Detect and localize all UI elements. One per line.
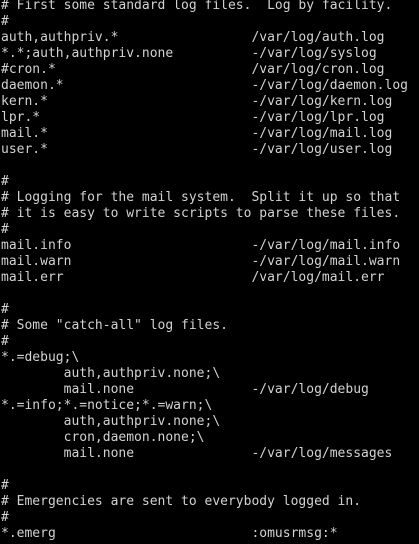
log-rule-line: lpr.* -/var/log/lpr.log [1, 110, 385, 125]
comment-line: # Some "catch-all" log files. [1, 318, 228, 333]
log-rule-line: mail.err /var/log/mail.err [1, 270, 385, 285]
comment-line: # [1, 174, 9, 189]
log-rule-line: *.=info;*.=notice;*.=warn;\ [1, 398, 213, 413]
log-rule-line: *.*;auth,authpriv.none -/var/log/syslog [1, 46, 377, 61]
comment-line: # First some standard log files. Log by … [1, 0, 393, 13]
log-rule-line: daemon.* -/var/log/daemon.log [1, 78, 408, 93]
comment-line: # [1, 334, 9, 349]
comment-line: # it is easy to write scripts to parse t… [1, 206, 401, 221]
comment-line: # [1, 510, 9, 525]
log-rule-line: *.emerg :omusrmsg:* [1, 526, 338, 541]
log-rule-line: auth,authpriv.none;\ [1, 414, 221, 429]
log-rule-line: mail.none -/var/log/messages [1, 446, 393, 461]
comment-line: # [1, 478, 9, 493]
log-rule-line: auth,authpriv.none;\ [1, 366, 221, 381]
comment-line: # Emergencies are sent to everybody logg… [1, 494, 362, 509]
log-rule-line: mail.* -/var/log/mail.log [1, 126, 393, 141]
comment-line: # [1, 14, 9, 29]
log-rule-line: *.=debug;\ [1, 350, 80, 365]
comment-line: # [1, 302, 9, 317]
log-rule-line: #cron.* /var/log/cron.log [1, 62, 385, 77]
log-rule-line: kern.* -/var/log/kern.log [1, 94, 393, 109]
log-rule-line: mail.warn -/var/log/mail.warn [1, 254, 401, 269]
log-rule-line: auth,authpriv.* /var/log/auth.log [1, 30, 385, 45]
log-rule-line: user.* -/var/log/user.log [1, 142, 393, 157]
terminal-window[interactable]: # First some standard log files. Log by … [0, 0, 419, 544]
comment-line: # [1, 222, 9, 237]
log-rule-line: cron,daemon.none;\ [1, 430, 205, 445]
comment-line: # Logging for the mail system. Split it … [1, 190, 401, 205]
log-rule-line: mail.info -/var/log/mail.info [1, 238, 401, 253]
log-rule-line: mail.none -/var/log/debug [1, 382, 369, 397]
